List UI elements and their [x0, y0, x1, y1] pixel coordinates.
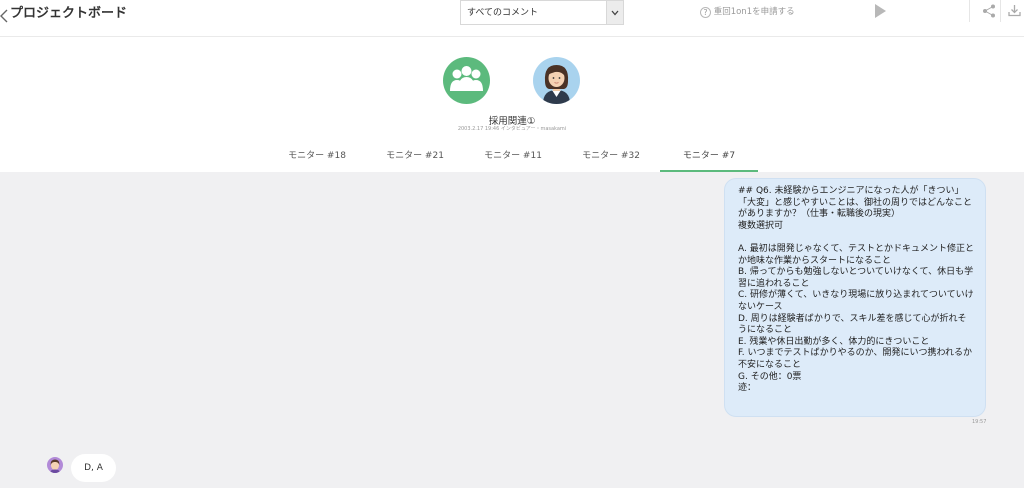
- chevron-down-icon[interactable]: [606, 1, 623, 24]
- message-text: ## Q6. 未経験からエンジニアになった人が「きつい」「大変」と感じやすいこと…: [738, 186, 975, 394]
- board-meta: 2003.2.17 19:46 インタビュアー・masakami: [457, 126, 567, 132]
- tab-monitor-32[interactable]: モニター #32: [562, 145, 660, 172]
- request-1on1-link[interactable]: ? 重回1on1を申請する: [700, 5, 795, 19]
- share-icon[interactable]: [982, 4, 996, 18]
- users-icon: [450, 66, 483, 91]
- comment-filter-select[interactable]: すべてのコメント: [460, 0, 624, 25]
- tab-monitor-7[interactable]: モニター #7: [660, 145, 758, 172]
- filter-selected-value: すべてのコメント: [467, 8, 539, 18]
- top-bar: プロジェクトボード すべてのコメント ? 重回1on1を申請する: [0, 0, 1024, 37]
- group-avatar: [443, 57, 490, 104]
- help-circle-icon: ?: [700, 7, 711, 18]
- reply-avatar: [47, 457, 63, 473]
- footer-strip: [0, 488, 1024, 494]
- page-title: プロジェクトボード: [10, 6, 128, 21]
- divider: [969, 0, 970, 22]
- reply-bubble[interactable]: D, A: [71, 454, 116, 482]
- tab-monitor-18[interactable]: モニター #18: [268, 145, 366, 172]
- request-1on1-label: 重回1on1を申請する: [713, 7, 795, 17]
- divider: [1000, 0, 1001, 22]
- monitor-tabs: モニター #18 モニター #21 モニター #11 モニター #32 モニター…: [268, 145, 758, 172]
- message-bubble[interactable]: ## Q6. 未経験からエンジニアになった人が「きつい」「大変」と感じやすいこと…: [724, 178, 986, 417]
- download-icon[interactable]: [1008, 4, 1021, 17]
- tab-monitor-21[interactable]: モニター #21: [366, 145, 464, 172]
- tab-monitor-11[interactable]: モニター #11: [464, 145, 562, 172]
- play-icon[interactable]: [875, 4, 886, 18]
- message-timestamp: 19:57: [972, 419, 987, 425]
- user-avatar: [533, 57, 580, 104]
